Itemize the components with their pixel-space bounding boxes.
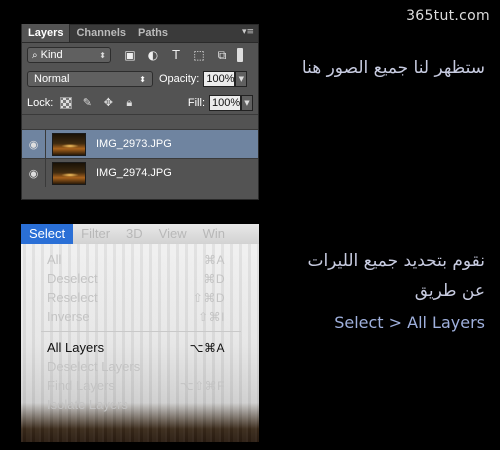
layers-panel: Layers Channels Paths ▾≡ ⌕ Kind ⬍ ▣ ◐ T … [21,24,259,200]
menu-item-label: Isolate Layers [47,397,128,412]
updown-arrow-icon: ⬍ [139,74,146,84]
image-filter-icon[interactable]: ▣ [123,48,137,62]
select-menu-screenshot: Select Filter 3D View Win All ⌘A Deselec… [21,224,259,442]
menu-item-label: Inverse [47,309,90,324]
menu-item-shortcut: ⇧⌘I [198,309,225,324]
menu-separator [41,331,241,332]
select-dropdown: All ⌘A Deselect ⌘D Reselect ⇧⌘D Inverse … [21,250,259,414]
opacity-input[interactable]: 100% [203,71,236,87]
layer-thumbnail [52,161,86,185]
layer-name: IMG_2974.JPG [96,167,172,179]
caption-menu-path: Select > All Layers [334,313,485,332]
opacity-dropdown-icon[interactable]: ▼ [235,71,248,87]
menu-item-label: Deselect [47,271,98,286]
caption-select-instruction: نقوم بتحديد جميع الليرات عن طريق [307,246,485,306]
caption-line: عن طريق [414,281,485,301]
layer-row[interactable]: ◉ IMG_2973.JPG [22,129,258,158]
blend-row: Normal ⬍ Opacity: 100% ▼ [22,67,258,91]
search-icon: ⌕ [32,49,38,61]
blend-mode-select[interactable]: Normal ⬍ [27,71,153,87]
menu-item-isolate-layers: Isolate Layers [21,395,259,414]
layer-name: IMG_2973.JPG [96,138,172,150]
filter-toggle[interactable] [237,48,243,62]
menu-select[interactable]: Select [21,224,74,244]
menu-filter[interactable]: Filter [73,224,118,244]
layer-thumbnail [52,132,86,156]
menu-item-shortcut: ⌘D [203,271,225,286]
smart-object-filter-icon[interactable]: ⧉ [215,48,229,62]
menu-item-deselect-layers: Deselect Layers [21,357,259,376]
menu-item-find-layers: Find Layers ⌥⇧⌘F [21,376,259,395]
visibility-eye-icon[interactable]: ◉ [22,130,46,158]
menubar: Select Filter 3D View Win [21,224,259,244]
lock-transparent-icon[interactable] [60,96,73,109]
menu-item-shortcut: ⌥⌘A [189,340,225,355]
menu-item-shortcut: ⌘A [203,252,225,267]
menu-window[interactable]: Win [195,224,233,244]
lock-label: Lock: [27,96,54,109]
fill-label: Fill: [187,96,205,109]
lock-move-icon[interactable]: ✥ [102,96,114,109]
lock-brush-icon[interactable]: ✎ [81,96,93,109]
panel-tabbar: Layers Channels Paths ▾≡ [22,24,258,43]
lock-all-icon[interactable]: 🔒︎ [123,96,135,109]
caption-layers-shown: ستظهر لنا جميع الصور هنا [301,58,485,78]
watermark: 365tut.com [406,8,490,24]
menu-item-all-layers[interactable]: All Layers ⌥⌘A [21,338,259,357]
lock-row: Lock: ✎ ✥ 🔒︎ Fill: 100% ▼ [22,91,258,115]
menu-item-label: Deselect Layers [47,359,141,374]
tab-channels[interactable]: Channels [70,24,132,42]
menu-item-label: All [47,252,62,267]
menu-item-label: All Layers [47,340,105,355]
filter-row: ⌕ Kind ⬍ ▣ ◐ T ⬚ ⧉ [22,43,258,67]
menu-item-label: Find Layers [47,378,115,393]
menu-item-label: Reselect [47,290,98,305]
panel-menu-icon[interactable]: ▾≡ [242,27,254,37]
updown-arrow-icon: ⬍ [99,50,106,60]
fill-input[interactable]: 100% [209,94,241,111]
menu-item-deselect: Deselect ⌘D [21,269,259,288]
tab-layers[interactable]: Layers [22,24,71,42]
menu-item-shortcut: ⌥⇧⌘F [179,378,225,393]
menu-item-inverse: Inverse ⇧⌘I [21,307,259,326]
filter-kind-label: Kind [40,49,63,61]
visibility-eye-icon[interactable]: ◉ [22,159,46,187]
menu-3d[interactable]: 3D [118,224,151,244]
layer-row[interactable]: ◉ IMG_2974.JPG [22,158,258,187]
caption-line: نقوم بتحديد جميع الليرات [307,251,485,271]
type-filter-icon[interactable]: T [169,48,183,62]
filter-kind-select[interactable]: ⌕ Kind ⬍ [27,47,111,63]
menu-view[interactable]: View [151,224,195,244]
shape-filter-icon[interactable]: ⬚ [192,48,206,62]
menu-item-shortcut: ⇧⌘D [192,290,225,305]
blend-mode-value: Normal [34,73,70,85]
fill-dropdown-icon[interactable]: ▼ [241,94,253,111]
tab-paths[interactable]: Paths [132,24,174,42]
adjustment-filter-icon[interactable]: ◐ [146,48,160,62]
menu-item-all: All ⌘A [21,250,259,269]
menu-item-reselect: Reselect ⇧⌘D [21,288,259,307]
opacity-label: Opacity: [159,73,200,85]
